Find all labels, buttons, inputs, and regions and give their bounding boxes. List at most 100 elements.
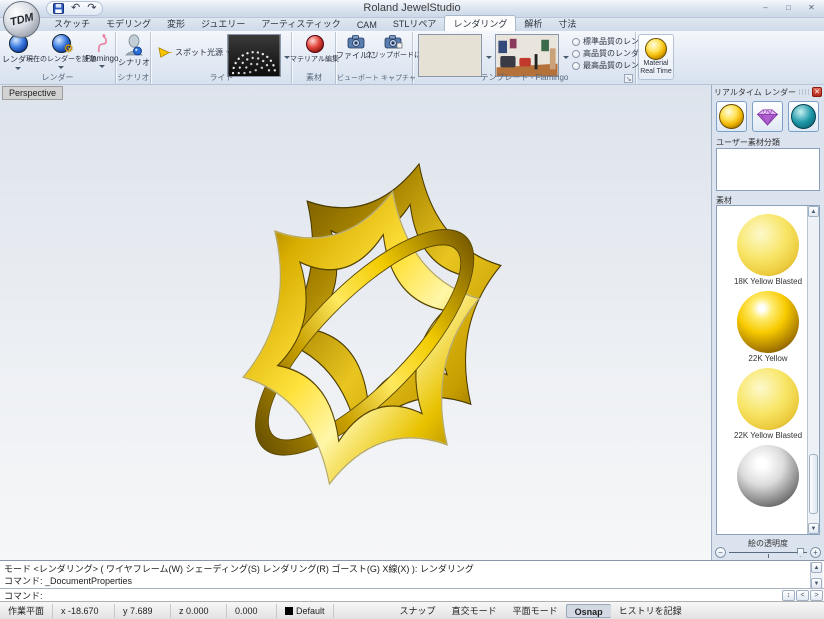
minimize-button[interactable]: – [757,2,774,13]
scroll-up-icon[interactable]: ▲ [811,562,822,573]
app-menu-button[interactable]: TDM [3,1,40,38]
gem-materials-tab[interactable] [752,101,783,132]
capture-to-clipboard-label: クリップボードに [365,50,421,60]
layer-color-swatch [285,607,293,615]
group-label-material: 素材 [293,72,335,83]
material-item[interactable]: 22K Yellow [717,289,819,366]
room-scene-preview[interactable] [495,34,559,77]
gold-sphere-icon [719,104,744,129]
cplane-button[interactable]: 作業平面 [0,604,53,618]
slider-plus-button[interactable]: + [810,547,821,558]
material-sphere-icon [306,35,324,53]
save-icon[interactable] [53,3,64,14]
planar-toggle[interactable]: 平面モード [505,604,566,618]
other-materials-tab[interactable] [788,101,819,132]
teal-sphere-icon [791,104,816,129]
tab-cam[interactable]: CAM [349,19,385,31]
tab-transform[interactable]: 変形 [159,16,193,31]
material-item[interactable] [717,443,819,520]
capture-to-clipboard-button[interactable]: クリップボードに [375,34,411,60]
chevron-down-icon[interactable] [563,56,569,59]
panel-close-icon[interactable]: ✕ [812,87,822,97]
chevron-down-icon[interactable] [99,65,105,68]
slider-midtick [768,554,769,558]
material-scrollbar[interactable]: ▲ ▼ [807,206,819,534]
slider-thumb[interactable] [797,548,804,557]
scroll-thumb[interactable] [809,454,818,514]
chevron-down-icon[interactable] [58,66,64,69]
redo-icon[interactable]: ↷ [87,3,96,14]
mrt-label-2: Real Time [640,68,672,76]
render-button[interactable]: レンダー [4,34,32,70]
chevron-down-icon[interactable] [15,67,21,70]
spot-light-button[interactable]: スポット光源 [157,46,232,59]
tab-dimension[interactable]: 寸法 [550,16,584,31]
layer-indicator[interactable]: Default [277,604,334,618]
tab-analysis[interactable]: 解析 [516,16,550,31]
ribbon: レンダー 現在のレンダーを設定 Flamingo レンダー [0,31,824,85]
maximize-button[interactable]: □ [780,2,797,13]
ring-model[interactable] [203,133,519,525]
panel-title: リアルタイム レンダー [714,87,796,98]
scroll-down-icon[interactable]: ▼ [808,523,819,534]
viewport-perspective[interactable]: Perspective [0,85,711,560]
material-list[interactable]: 18K Yellow Blasted 22K Yellow 22K Yellow… [716,205,820,535]
command-prev-icon[interactable]: < [796,590,809,601]
gold-sphere-icon [645,38,667,60]
window-title: Roland JewelStudio [0,2,824,14]
group-viewport-capture: ファイルに クリップボードに ビューポート キャプチャ [337,32,413,84]
flamingo-icon [95,34,109,53]
scenario-button[interactable]: シナリオ [121,34,147,68]
tab-rendering[interactable]: レンダリング [444,15,516,31]
material-edit-button[interactable]: マテリアル編集 [295,34,334,64]
command-expand-icon[interactable]: ↕ [782,590,795,601]
material-item[interactable]: 18K Yellow Blasted [717,212,819,289]
tab-sketch[interactable]: スケッチ [46,16,98,31]
realtime-render-panel: リアルタイム レンダー ✕ [711,85,824,560]
material-name: 18K Yellow Blasted [734,277,802,286]
close-button[interactable]: ✕ [803,2,820,13]
drag-grip-icon[interactable] [799,89,809,95]
undo-icon[interactable]: ↶ [71,3,80,14]
layer-name: Default [296,606,325,616]
command-input[interactable] [43,590,782,601]
command-history[interactable]: モード <レンダリング> ( ワイヤフレーム(W) シェーディング(S) レンダ… [4,563,802,587]
dialog-launcher-icon[interactable]: ↘ [624,74,633,83]
material-swatch-sphere [737,291,799,353]
material-item[interactable]: 22K Yellow Blasted [717,366,819,443]
tab-jewelry[interactable]: ジュエリー [193,16,253,31]
osnap-toggle[interactable]: Osnap [566,604,611,618]
chevron-down-icon[interactable] [486,56,492,59]
set-current-renderer-button[interactable]: 現在のレンダーを設定 [33,34,89,69]
purple-gem-icon [754,107,781,127]
command-area: モード <レンダリング> ( ワイヤフレーム(W) シェーディング(S) レンダ… [0,560,824,601]
command-scrollbar[interactable]: ▲ ▼ [810,562,823,589]
tab-stl-repair[interactable]: STLリペア [385,16,445,31]
group-label-light: ライト [152,72,291,83]
flamingo-button[interactable]: Flamingo [90,34,114,68]
metal-materials-tab[interactable] [716,101,747,132]
dome-light-preview[interactable] [227,34,281,77]
ortho-toggle[interactable]: 直交モード [444,604,505,618]
granite-template-preview[interactable] [418,34,482,77]
command-next-icon[interactable]: > [810,590,823,601]
slider-track[interactable] [729,552,807,553]
slider-minus-button[interactable]: − [715,547,726,558]
material-realtime-button[interactable]: Material Real Time [638,34,674,80]
group-label-template: テンプレート - Flamingo [414,72,635,83]
tab-artistic[interactable]: アーティスティック [253,16,348,31]
coord-y: y 7.689 [115,604,171,618]
radio-icon [572,50,580,58]
command-prompt-row: コマンド: ↕ < > [0,588,824,601]
tab-modeling[interactable]: モデリング [98,16,159,31]
viewport-title[interactable]: Perspective [2,86,63,100]
snap-toggle[interactable]: スナップ [392,604,444,618]
scenario-button-label: シナリオ [118,57,150,68]
panel-header[interactable]: リアルタイム レンダー ✕ [714,86,822,98]
record-history-toggle[interactable]: ヒストリを記録 [611,604,690,618]
group-render: レンダー 現在のレンダーを設定 Flamingo レンダー [0,32,116,84]
radio-icon [572,38,580,46]
material-swatch-sphere [737,445,799,507]
scroll-up-icon[interactable]: ▲ [808,206,819,217]
user-material-category-list[interactable] [716,148,820,191]
